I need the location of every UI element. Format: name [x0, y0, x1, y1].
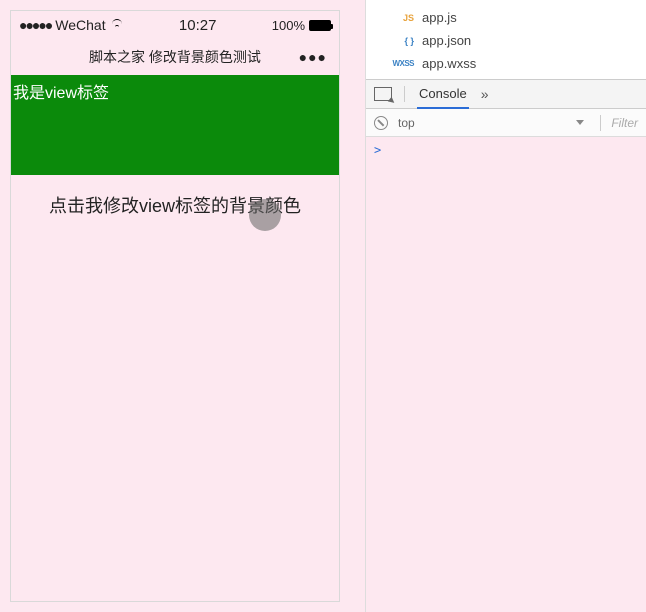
- status-bar: ●●●●● WeChat 10:27 100%: [11, 11, 339, 39]
- battery-pct-label: 100%: [272, 18, 305, 33]
- filter-input[interactable]: Filter: [611, 116, 638, 130]
- devtools-tabs: Console »: [366, 79, 646, 109]
- file-type-icon: JS: [390, 13, 414, 23]
- tab-console[interactable]: Console: [417, 80, 469, 109]
- context-label: top: [398, 116, 415, 130]
- file-list: JS app.js { } app.json WXSS app.wxss: [366, 0, 646, 79]
- more-menu-icon[interactable]: ●●●: [299, 49, 327, 65]
- nav-title-bar: 脚本之家 修改背景颜色测试 ●●●: [11, 39, 339, 75]
- simulator-panel: ●●●●● WeChat 10:27 100% 脚本之家 修改背景颜色测试 ●●…: [0, 0, 365, 612]
- battery-icon: [309, 20, 331, 31]
- file-name-label: app.js: [422, 10, 457, 25]
- phone-frame: ●●●●● WeChat 10:27 100% 脚本之家 修改背景颜色测试 ●●…: [10, 10, 340, 602]
- demo-view: 我是view标签: [11, 75, 339, 175]
- devtools-panel: JS app.js { } app.json WXSS app.wxss Con…: [365, 0, 646, 612]
- file-item[interactable]: WXSS app.wxss: [366, 52, 646, 75]
- inspect-element-icon[interactable]: [374, 87, 392, 101]
- chevron-down-icon: [576, 120, 584, 125]
- console-prompt-icon: >: [374, 143, 381, 157]
- console-toolbar: top Filter: [366, 109, 646, 137]
- console-body[interactable]: >: [366, 137, 646, 612]
- demo-view-text: 我是view标签: [13, 85, 109, 102]
- clear-console-icon[interactable]: [374, 116, 388, 130]
- divider: [600, 115, 601, 131]
- status-left: ●●●●● WeChat: [19, 17, 124, 33]
- signal-dots-icon: ●●●●●: [19, 17, 51, 33]
- file-name-label: app.json: [422, 33, 471, 48]
- wifi-icon: [110, 20, 124, 30]
- carrier-label: WeChat: [55, 17, 105, 33]
- file-item[interactable]: { } app.json: [366, 29, 646, 52]
- file-item[interactable]: JS app.js: [366, 6, 646, 29]
- file-name-label: app.wxss: [422, 56, 476, 71]
- clock-label: 10:27: [124, 17, 272, 34]
- page-title: 脚本之家 修改背景颜色测试: [89, 47, 261, 67]
- change-bg-button[interactable]: 点击我修改view标签的背景颜色: [11, 181, 339, 229]
- status-right: 100%: [272, 18, 331, 33]
- file-type-icon: { }: [390, 36, 414, 46]
- file-type-icon: WXSS: [390, 59, 414, 68]
- divider: [404, 86, 405, 102]
- more-tabs-icon[interactable]: »: [481, 86, 489, 102]
- touch-indicator-icon: [249, 199, 281, 231]
- context-select[interactable]: top: [398, 116, 590, 130]
